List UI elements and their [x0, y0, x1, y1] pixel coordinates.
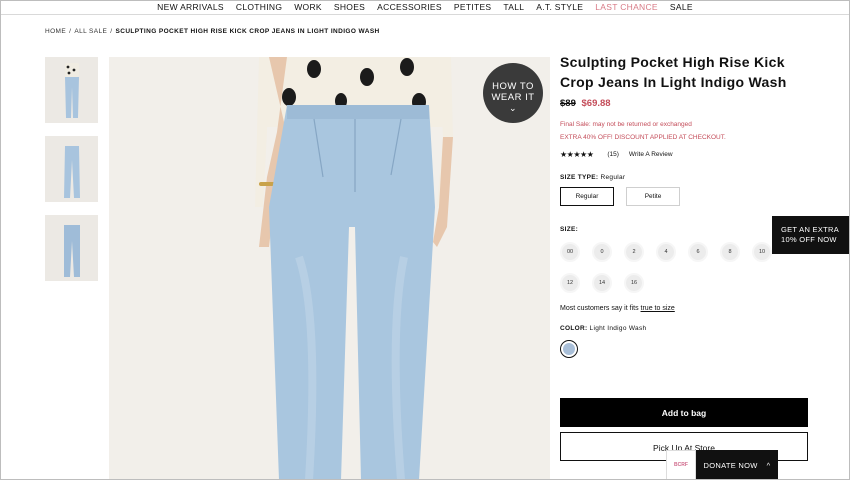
- size-option-0[interactable]: 0: [592, 242, 612, 262]
- donate-label: DONATE NOW: [703, 460, 758, 470]
- thumbnail-jeans-back: [63, 225, 80, 277]
- size-type-value: Regular: [600, 174, 626, 181]
- nav-item-accessories[interactable]: ACCESSORIES: [377, 0, 442, 14]
- size-option-16[interactable]: 16: [624, 273, 644, 293]
- fit-text: Most customers say it fits: [560, 305, 639, 312]
- size-type-heading: SIZE TYPE:: [560, 174, 599, 181]
- nav-item-tall[interactable]: TALL: [503, 0, 524, 14]
- nav-item-sale[interactable]: SALE: [670, 0, 693, 14]
- nav-item-work[interactable]: WORK: [294, 0, 322, 14]
- how-to-wear-it-button[interactable]: HOW TO WEAR IT ⌄: [483, 63, 543, 123]
- add-to-bag-button[interactable]: Add to bag: [560, 398, 808, 427]
- nav-item-petites[interactable]: PETITES: [454, 0, 492, 14]
- thumbnail-1[interactable]: [45, 57, 98, 123]
- how-to-line1: HOW TO: [492, 81, 534, 92]
- color-label: COLOR: Light Indigo Wash: [560, 325, 810, 332]
- size-type-label: SIZE TYPE: Regular: [560, 174, 810, 181]
- size-type-petite-button[interactable]: Petite: [626, 187, 680, 206]
- nav-item-shoes[interactable]: SHOES: [334, 0, 365, 14]
- extra-tab-line2: 10% OFF NOW: [781, 235, 837, 244]
- breadcrumb-current: SCULPTING POCKET HIGH RISE KICK CROP JEA…: [115, 28, 380, 35]
- sale-price: $69.88: [581, 98, 611, 109]
- model-jeans-illustration: [109, 57, 550, 480]
- size-option-6[interactable]: 6: [688, 242, 708, 262]
- breadcrumb: HOME / ALL SALE / SCULPTING POCKET HIGH RISE…: [45, 28, 380, 35]
- breadcrumb-all-sale[interactable]: ALL SALE: [74, 28, 107, 35]
- review-count[interactable]: (15): [607, 151, 619, 158]
- discount-notice: EXTRA 40% OFF! DISCOUNT APPLIED AT CHECK…: [560, 134, 726, 141]
- product-title: Sculpting Pocket High Rise Kick Crop Jea…: [560, 54, 787, 90]
- extra-discount-tab[interactable]: GET AN EXTRA 10% OFF NOW: [772, 216, 850, 254]
- size-option-14[interactable]: 14: [592, 273, 612, 293]
- bcrf-logo: BCRF: [666, 450, 696, 480]
- extra-tab-line1: GET AN EXTRA: [781, 225, 840, 234]
- breadcrumb-home[interactable]: HOME: [45, 28, 66, 35]
- nav-item-a-t-style[interactable]: A.T. STYLE: [536, 0, 583, 14]
- product-main-image[interactable]: [109, 57, 550, 480]
- how-to-line2: WEAR IT: [491, 92, 535, 103]
- chevron-up-icon: ^: [766, 460, 771, 470]
- swatch-fill: [563, 343, 575, 355]
- size-option-2[interactable]: 2: [624, 242, 644, 262]
- thumbnail-3[interactable]: [45, 215, 98, 281]
- thumbnail-2[interactable]: [45, 136, 98, 202]
- final-sale-notice: Final Sale: may not be returned or excha…: [560, 121, 692, 128]
- color-swatch-light-indigo[interactable]: [560, 340, 578, 358]
- size-option-10[interactable]: 10: [752, 242, 772, 262]
- top-nav: NEW ARRIVALS CLOTHING WORK SHOES ACCESSORIES…: [0, 0, 850, 15]
- product-info: Sculpting Pocket High Rise Kick Crop Jea…: [560, 52, 810, 358]
- original-price: $89: [560, 98, 576, 109]
- size-option-8[interactable]: 8: [720, 242, 740, 262]
- donate-now-widget[interactable]: BCRF DONATE NOW ^: [666, 450, 778, 480]
- chevron-down-icon: ⌄: [508, 103, 518, 113]
- size-option-12[interactable]: 12: [560, 273, 580, 293]
- size-type-options: Regular Petite: [560, 187, 810, 206]
- size-options: 00 0 2 4 6 8 10 12 14 16: [560, 242, 800, 293]
- color-heading: COLOR:: [560, 325, 588, 332]
- thumbnail-jeans-front: [63, 146, 80, 198]
- nav-item-clothing[interactable]: CLOTHING: [236, 0, 282, 14]
- write-review-link[interactable]: Write A Review: [629, 151, 673, 158]
- rating-row: ★★★★★ (15) Write A Review: [560, 150, 810, 159]
- nav-item-last-chance[interactable]: LAST CHANCE: [595, 0, 658, 14]
- star-rating-icon[interactable]: ★★★★★: [560, 150, 594, 159]
- nav-item-new-arrivals[interactable]: NEW ARRIVALS: [157, 0, 224, 14]
- donate-now-button[interactable]: DONATE NOW ^: [696, 450, 778, 480]
- color-value: Light Indigo Wash: [589, 325, 647, 332]
- fit-link[interactable]: true to size: [641, 305, 675, 312]
- size-option-4[interactable]: 4: [656, 242, 676, 262]
- size-type-regular-button[interactable]: Regular: [560, 187, 614, 206]
- price: $89 $69.88: [560, 98, 810, 109]
- size-option-00[interactable]: 00: [560, 242, 580, 262]
- fit-note: Most customers say it fits true to size: [560, 305, 810, 312]
- size-heading: SIZE:: [560, 226, 579, 233]
- thumbnail-model-image: [64, 63, 79, 118]
